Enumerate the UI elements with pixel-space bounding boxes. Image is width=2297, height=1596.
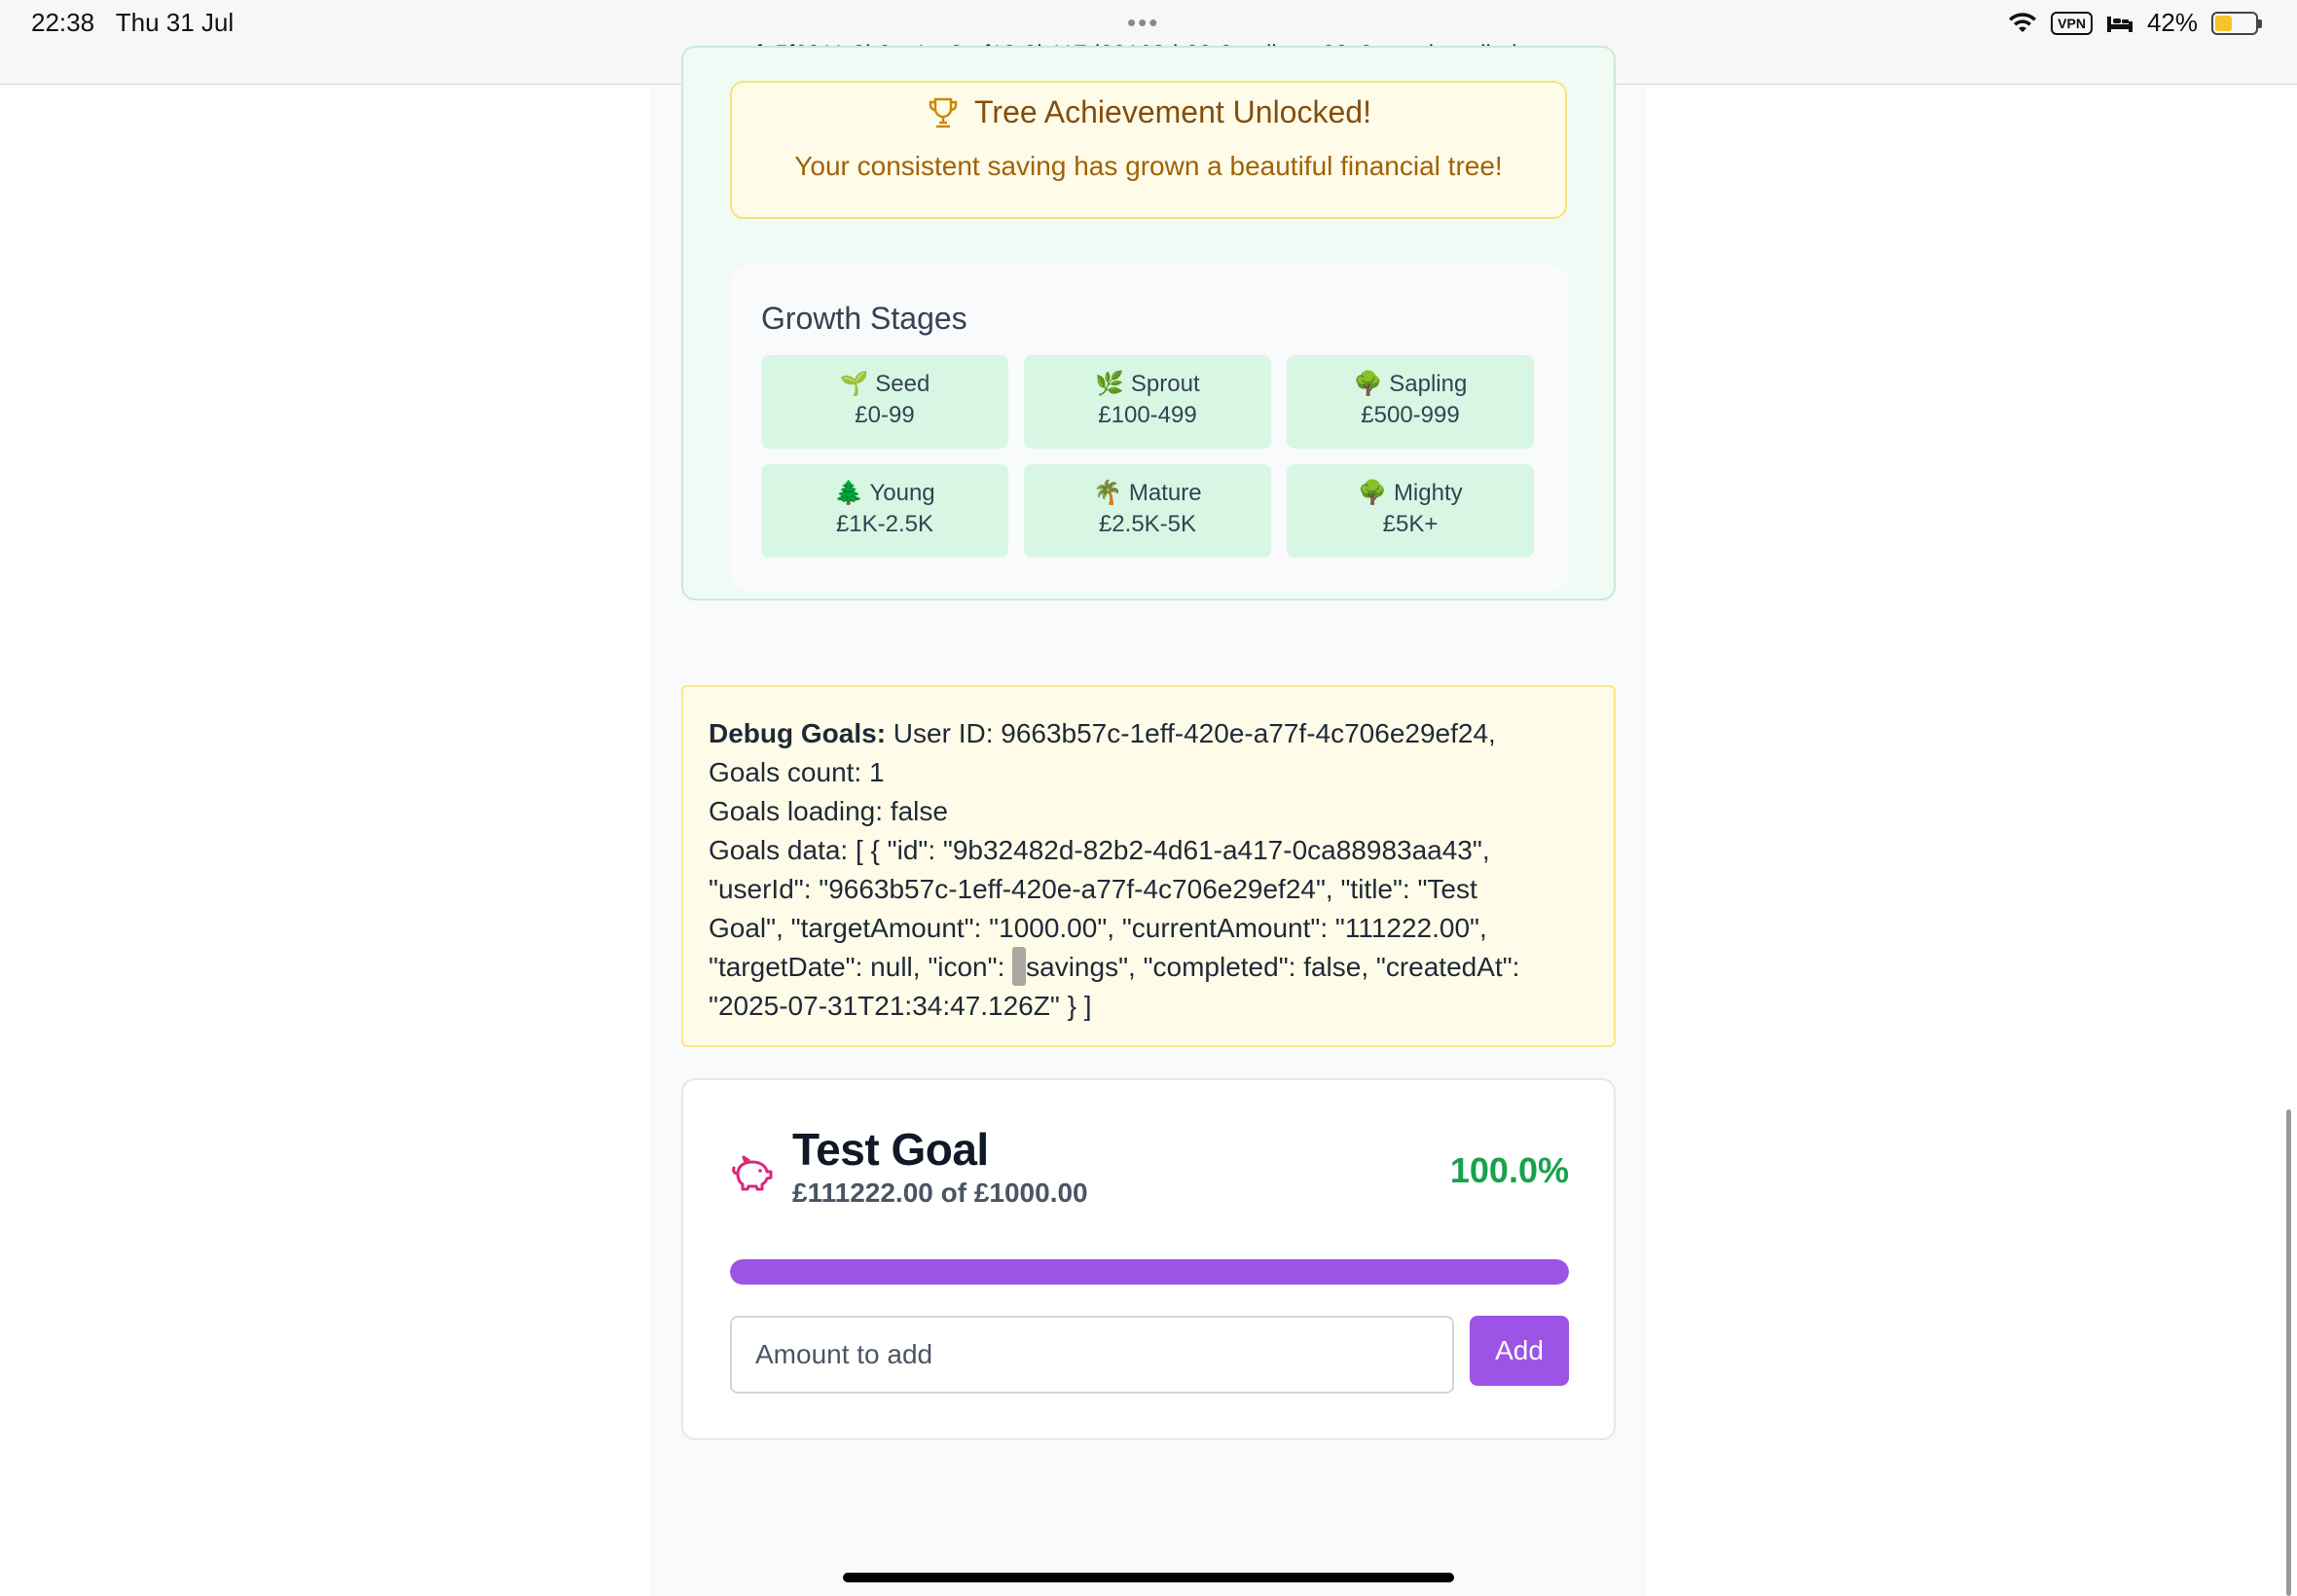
stage-name: Sapling (1389, 371, 1468, 397)
growth-stages-title: Growth Stages (761, 301, 967, 336)
debug-label: Debug Goals: (709, 718, 887, 748)
stage-seed: 🌱 Seed £0-99 (761, 355, 1008, 449)
tree-icon: 🌳 (1358, 480, 1388, 506)
stage-seed-label: 🌱 Seed (761, 369, 1008, 400)
stage-range: £100-499 (1098, 402, 1197, 428)
page-scrollbar[interactable] (2286, 1109, 2291, 1596)
tree-icon: 🌳 (1353, 371, 1383, 397)
debug-user-id: User ID: 9663b57c-1eff-420e-a77f-4c706e2… (886, 718, 1496, 748)
stage-name: Sprout (1130, 371, 1200, 397)
debug-line: Debug Goals: User ID: 9663b57c-1eff-420e… (709, 714, 1588, 753)
stage-mature-label: 🌴 Mature (1024, 478, 1271, 509)
stage-name: Mighty (1393, 480, 1463, 506)
stage-range: £1K-2.5K (835, 511, 934, 537)
stage-mighty: 🌳 Mighty £5K+ (1287, 464, 1534, 558)
seedling-icon: 🌱 (839, 371, 869, 397)
stage-young-label: 🌲 Young (761, 478, 1008, 509)
battery-percent: 42% (2146, 8, 2198, 37)
herb-icon: 🌿 (1095, 371, 1125, 397)
stage-mighty-label: 🌳 Mighty (1287, 478, 1534, 509)
stage-sprout: 🌿 Sprout £100-499 (1024, 355, 1271, 449)
amount-to-add-input[interactable] (730, 1316, 1454, 1394)
stage-sapling: 🌳 Sapling £500-999 (1287, 355, 1534, 449)
stage-range: £0-99 (855, 402, 915, 428)
sleep-mode-icon (2106, 16, 2133, 32)
page-content: Tree Achievement Unlocked! Your consiste… (650, 46, 1647, 1596)
time-text: 22:38 (31, 8, 95, 37)
piggy-bank-icon (732, 1155, 773, 1191)
achievement-banner: Tree Achievement Unlocked! Your consiste… (730, 81, 1567, 219)
more-dots-icon[interactable]: ••• (1127, 8, 1159, 38)
vpn-badge: VPN (2051, 11, 2093, 35)
goal-progress-fill (730, 1259, 1569, 1285)
stage-name: Young (869, 480, 935, 506)
status-icons: VPN 42% (2008, 8, 2262, 38)
growth-stages-panel: Growth Stages 🌱 Seed £0-99 🌿 Sprout £100… (730, 266, 1567, 591)
debug-goals-data: "userId": "9663b57c-1eff-420e-a77f-4c706… (709, 874, 1477, 904)
stage-young: 🌲 Young £1K-2.5K (761, 464, 1008, 558)
stage-range: £2.5K-5K (1098, 511, 1197, 537)
status-time: 22:38 Thu 31 Jul (31, 8, 234, 38)
achievement-title: Tree Achievement Unlocked! (732, 94, 1565, 130)
date-text: Thu 31 Jul (115, 8, 235, 37)
wifi-icon (2009, 12, 2037, 32)
debug-goals-panel: Debug Goals: User ID: 9663b57c-1eff-420e… (681, 685, 1616, 1047)
stage-sprout-label: 🌿 Sprout (1024, 369, 1271, 400)
add-button[interactable]: Add (1470, 1316, 1569, 1386)
debug-goals-data: Goals data: [ { "id": "9b32482d-82b2-4d6… (709, 835, 1490, 865)
goal-title: Test Goal (792, 1124, 989, 1175)
goal-progress-bar (730, 1259, 1569, 1285)
home-indicator[interactable] (843, 1573, 1454, 1582)
battery-level (2215, 15, 2232, 31)
achievement-description: Your consistent saving has grown a beaut… (794, 151, 1503, 181)
palm-tree-icon: 🌴 (1093, 480, 1123, 506)
battery-icon (2211, 11, 2262, 35)
debug-text: "targetDate": null, "icon": (709, 952, 1013, 982)
stage-name: Seed (875, 371, 930, 397)
stage-mature: 🌴 Mature £2.5K-5K (1024, 464, 1271, 558)
text-cursor (1012, 946, 1027, 986)
trophy-icon (929, 97, 958, 127)
debug-text: savings", "completed": false, "createdAt… (1026, 952, 1520, 982)
debug-goals-data: Goal", "targetAmount": "1000.00", "curre… (709, 913, 1487, 943)
goal-percent: 100.0% (1449, 1150, 1569, 1190)
goal-amount: £111222.00 of £1000.00 (792, 1178, 1088, 1208)
debug-goals-count: Goals count: 1 (709, 757, 885, 787)
stage-name: Mature (1128, 480, 1202, 506)
debug-goals-data: "2025-07-31T21:34:47.126Z" } ] (709, 991, 1092, 1021)
goal-card: Test Goal £111222.00 of £1000.00 100.0% … (681, 1078, 1616, 1440)
stage-range: £500-999 (1361, 402, 1460, 428)
stage-sapling-label: 🌳 Sapling (1287, 369, 1534, 400)
debug-goals-loading: Goals loading: false (709, 796, 948, 826)
stage-range: £5K+ (1382, 511, 1439, 537)
achievement-title-text: Tree Achievement Unlocked! (974, 94, 1371, 129)
debug-goals-data: "targetDate": null, "icon": savings", "c… (709, 946, 1588, 987)
evergreen-tree-icon: 🌲 (834, 480, 864, 506)
